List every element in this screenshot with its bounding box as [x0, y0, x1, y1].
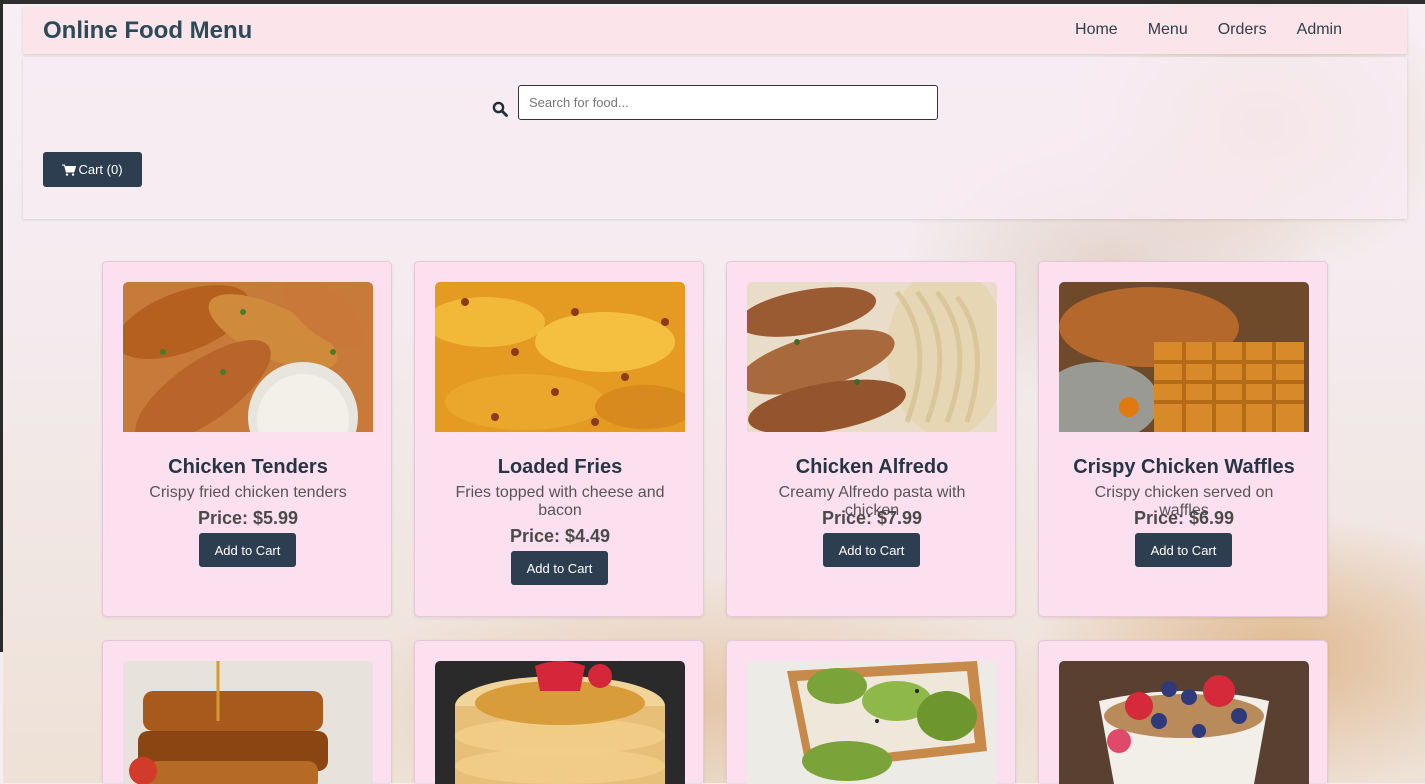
search-input[interactable]	[518, 85, 938, 120]
menu-card	[726, 640, 1016, 784]
food-image-yogurt-parfait	[1059, 661, 1309, 784]
nav-links: Home Menu Orders Admin	[1075, 21, 1342, 39]
food-image-chicken-alfredo	[747, 282, 997, 432]
item-price: Price: $5.99	[197, 508, 299, 528]
menu-card: Loaded Fries Fries topped with cheese an…	[414, 261, 704, 617]
cart-label: Cart (0)	[78, 162, 123, 177]
add-to-cart-button[interactable]: Add to Cart	[823, 533, 920, 567]
item-price: Price: $4.49	[509, 526, 611, 546]
item-name: Chicken Tenders	[168, 456, 328, 478]
item-price: Price: $7.99	[821, 508, 923, 528]
food-image-french-toast	[123, 661, 373, 784]
menu-card	[1038, 640, 1328, 784]
add-to-cart-button[interactable]: Add to Cart	[1135, 533, 1232, 567]
site-title: Online Food Menu	[43, 17, 253, 44]
navbar: Online Food Menu Home Menu Orders Admin	[23, 7, 1407, 54]
item-name: Chicken Alfredo	[795, 456, 949, 478]
add-to-cart-button[interactable]: Add to Cart	[511, 551, 608, 585]
search-panel: Cart (0)	[23, 57, 1407, 219]
food-image-chicken-tenders	[123, 282, 373, 432]
food-image-loaded-fries	[435, 282, 685, 432]
item-name: Loaded Fries	[497, 456, 623, 478]
nav-orders[interactable]: Orders	[1218, 21, 1267, 39]
item-price: Price: $6.99	[1133, 508, 1235, 528]
food-image-crispy-chicken-waffles	[1059, 282, 1309, 432]
menu-card	[414, 640, 704, 784]
item-description: Fries topped with cheese and bacon	[455, 484, 665, 519]
food-image-pancakes	[435, 661, 685, 784]
nav-admin[interactable]: Admin	[1297, 21, 1342, 39]
add-to-cart-button[interactable]: Add to Cart	[199, 533, 296, 567]
menu-card	[102, 640, 392, 784]
menu-card: Chicken Alfredo Creamy Alfredo pasta wit…	[726, 261, 1016, 617]
nav-home[interactable]: Home	[1075, 21, 1118, 39]
search-icon	[492, 101, 508, 117]
food-image-avocado-toast	[747, 661, 997, 784]
item-name: Crispy Chicken Waffles	[1073, 456, 1295, 478]
item-description: Crispy fried chicken tenders	[149, 484, 347, 501]
nav-menu[interactable]: Menu	[1148, 21, 1188, 39]
cart-icon	[62, 164, 77, 176]
menu-card: Chicken Tenders Crispy fried chicken ten…	[102, 261, 392, 617]
menu-card: Crispy Chicken Waffles Crispy chicken se…	[1038, 261, 1328, 617]
cart-button[interactable]: Cart (0)	[43, 152, 142, 187]
